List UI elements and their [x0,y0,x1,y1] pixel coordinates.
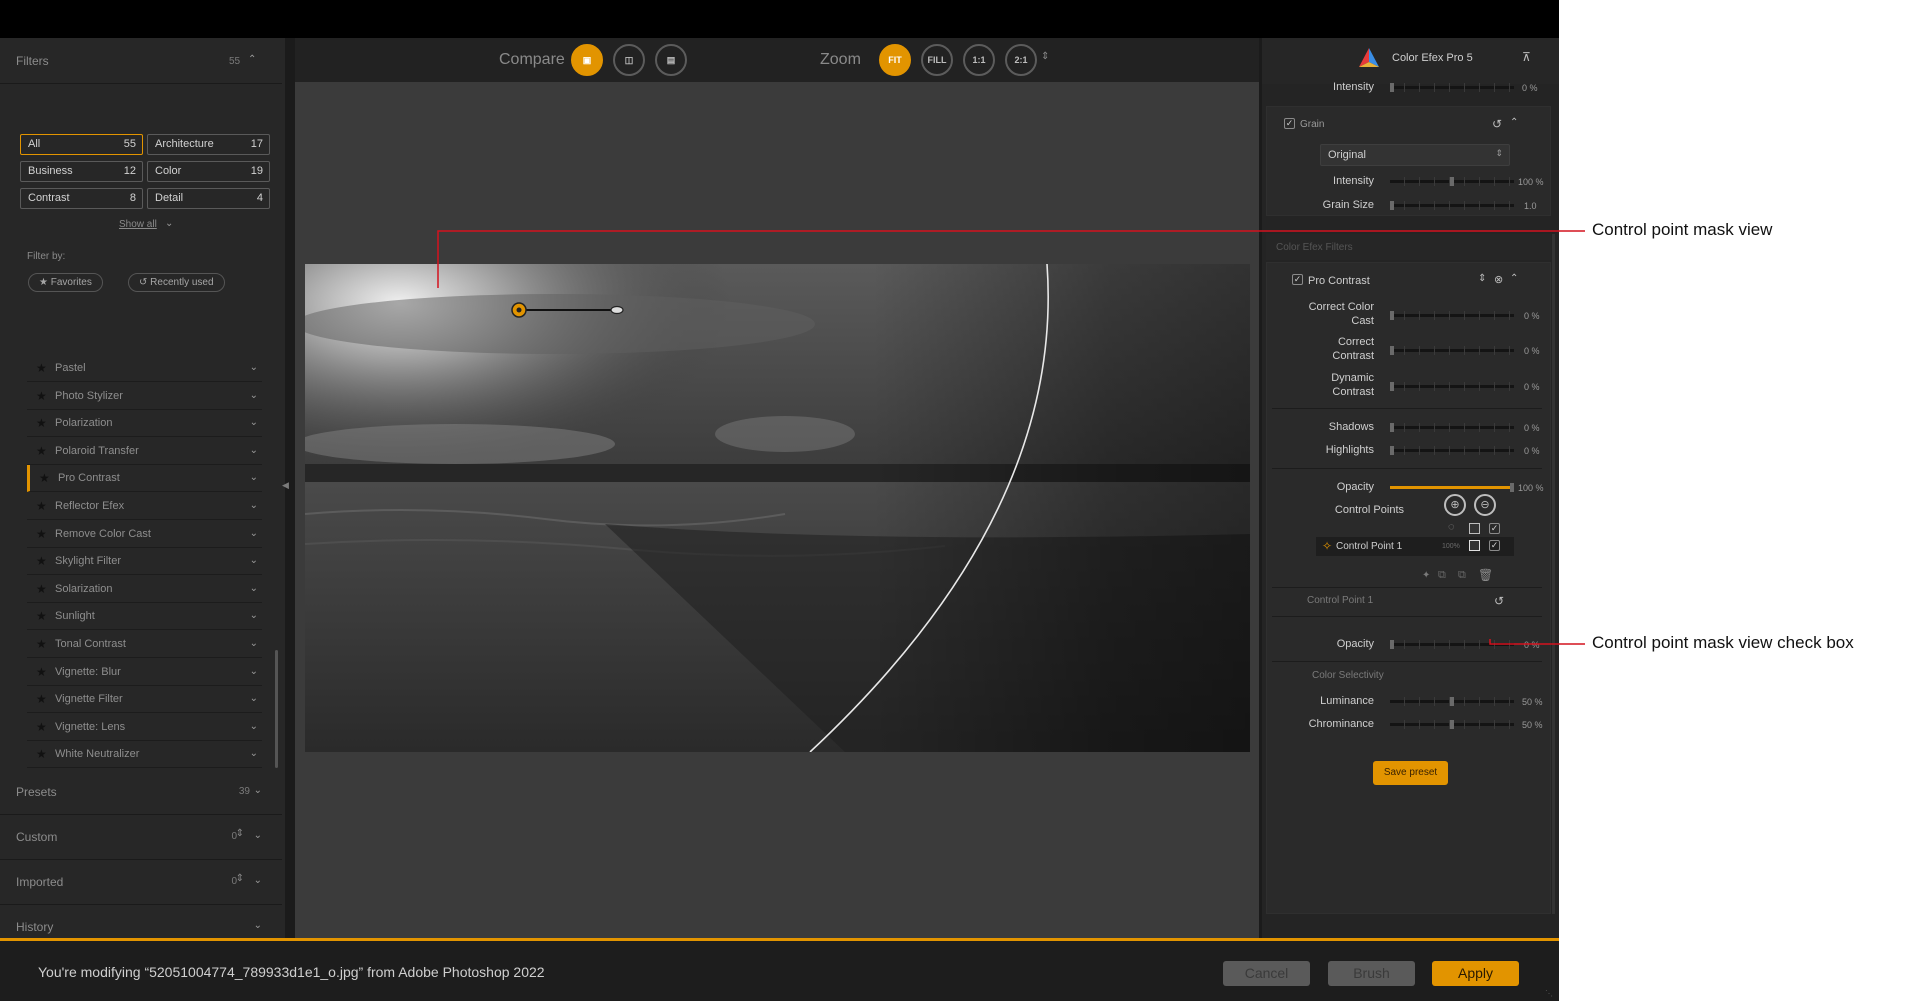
annotation-overlay [437,230,1585,645]
mask-view-callout-line [437,230,1585,288]
annotation-mask-view: Control point mask view [1592,220,1773,239]
annotation-mask-checkbox: Control point mask view check box [1592,633,1854,652]
mask-checkbox-callout-line [1489,639,1585,645]
